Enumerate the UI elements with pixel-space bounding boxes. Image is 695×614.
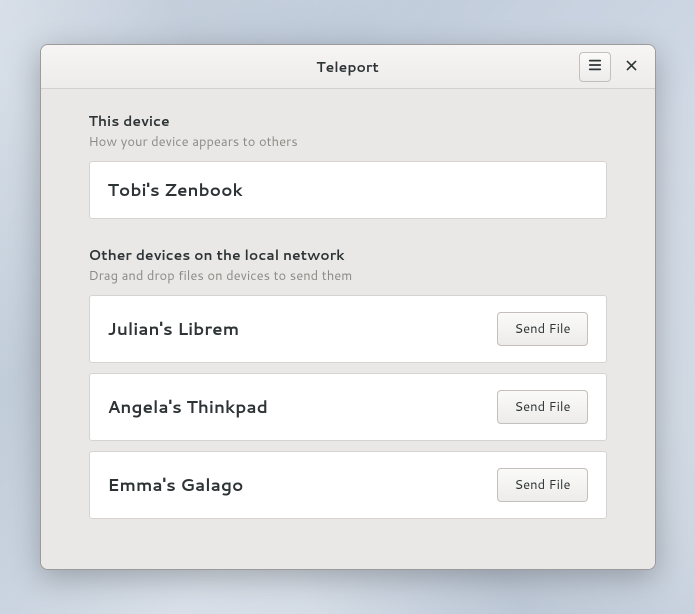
- close-icon: [625, 55, 638, 78]
- window-content: This device How your device appears to o…: [41, 89, 655, 569]
- titlebar: Teleport: [41, 45, 655, 89]
- app-window: Teleport This device How your device app…: [40, 44, 656, 570]
- device-row[interactable]: Angela's Thinkpad Send File: [89, 373, 607, 441]
- this-device-row[interactable]: Tobi's Zenbook: [89, 161, 607, 219]
- send-file-button[interactable]: Send File: [497, 390, 587, 424]
- window-title: Teleport: [41, 57, 655, 77]
- this-device-section: This device How your device appears to o…: [89, 111, 607, 219]
- send-file-button[interactable]: Send File: [497, 468, 587, 502]
- other-devices-section: Other devices on the local network Drag …: [89, 245, 607, 519]
- device-name: Emma's Galago: [108, 473, 244, 497]
- device-row[interactable]: Julian's Librem Send File: [89, 295, 607, 363]
- device-name: Angela's Thinkpad: [108, 395, 268, 419]
- other-devices-subheading: Drag and drop files on devices to send t…: [89, 267, 607, 285]
- this-device-subheading: How your device appears to others: [89, 133, 607, 151]
- hamburger-icon: [588, 55, 602, 78]
- this-device-heading: This device: [89, 111, 607, 131]
- send-file-button[interactable]: Send File: [497, 312, 587, 346]
- device-row[interactable]: Emma's Galago Send File: [89, 451, 607, 519]
- close-button[interactable]: [617, 52, 647, 82]
- device-name: Julian's Librem: [108, 317, 240, 341]
- titlebar-controls: [579, 52, 655, 82]
- other-devices-heading: Other devices on the local network: [89, 245, 607, 265]
- this-device-name: Tobi's Zenbook: [108, 178, 243, 202]
- menu-button[interactable]: [579, 52, 611, 82]
